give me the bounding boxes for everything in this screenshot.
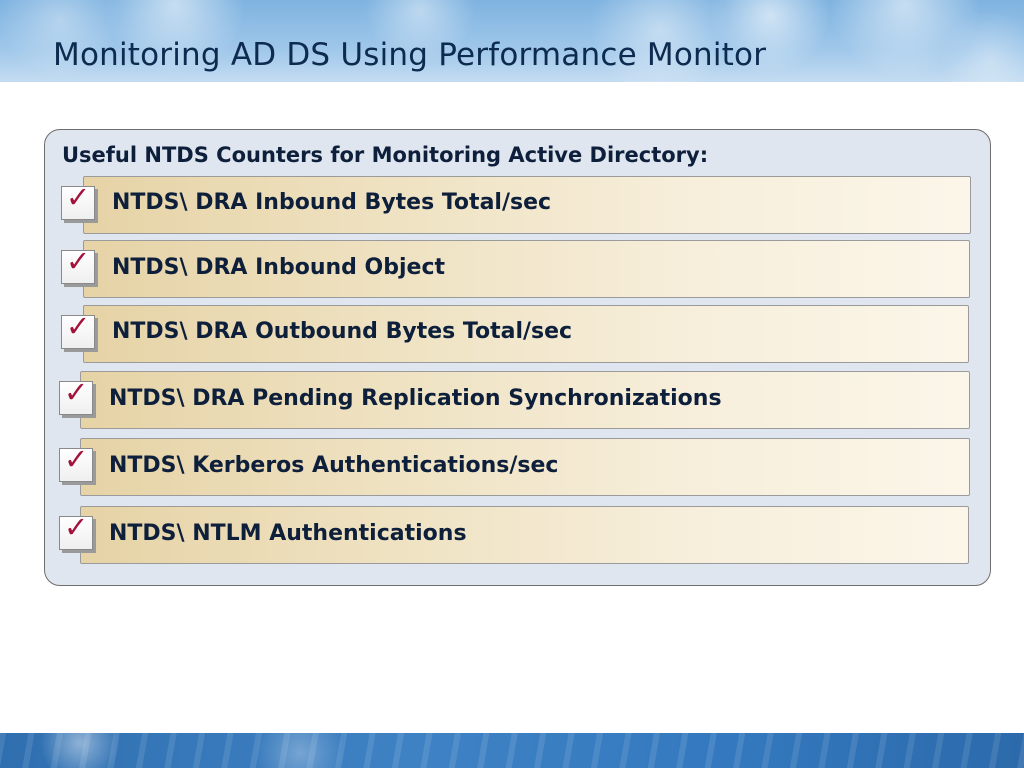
counter-label: NTDS\ Kerberos Authentications/sec — [109, 453, 559, 478]
check-mark-icon: ✓ — [66, 309, 91, 343]
counter-label: NTDS\ DRA Inbound Object — [112, 255, 446, 280]
counter-label: NTDS\ DRA Pending Replication Synchroniz… — [109, 386, 722, 411]
footer-banner — [0, 733, 1024, 768]
checkbox[interactable]: ✓ — [61, 309, 95, 349]
check-mark-icon: ✓ — [64, 510, 89, 544]
check-mark-icon: ✓ — [66, 244, 91, 278]
counter-label: NTDS\ DRA Inbound Bytes Total/sec — [112, 190, 552, 215]
check-mark-icon: ✓ — [64, 375, 89, 409]
checkbox[interactable]: ✓ — [61, 244, 95, 284]
checkbox[interactable]: ✓ — [59, 375, 93, 415]
page-title: Monitoring AD DS Using Performance Monit… — [53, 37, 767, 73]
check-mark-icon: ✓ — [64, 442, 89, 476]
counter-label: NTDS\ DRA Outbound Bytes Total/sec — [112, 319, 573, 344]
checkbox[interactable]: ✓ — [59, 442, 93, 482]
checkbox[interactable]: ✓ — [61, 180, 95, 220]
check-mark-icon: ✓ — [66, 180, 91, 214]
panel-heading: Useful NTDS Counters for Monitoring Acti… — [62, 143, 709, 167]
counter-label: NTDS\ NTLM Authentications — [109, 521, 467, 546]
checkbox[interactable]: ✓ — [59, 510, 93, 550]
